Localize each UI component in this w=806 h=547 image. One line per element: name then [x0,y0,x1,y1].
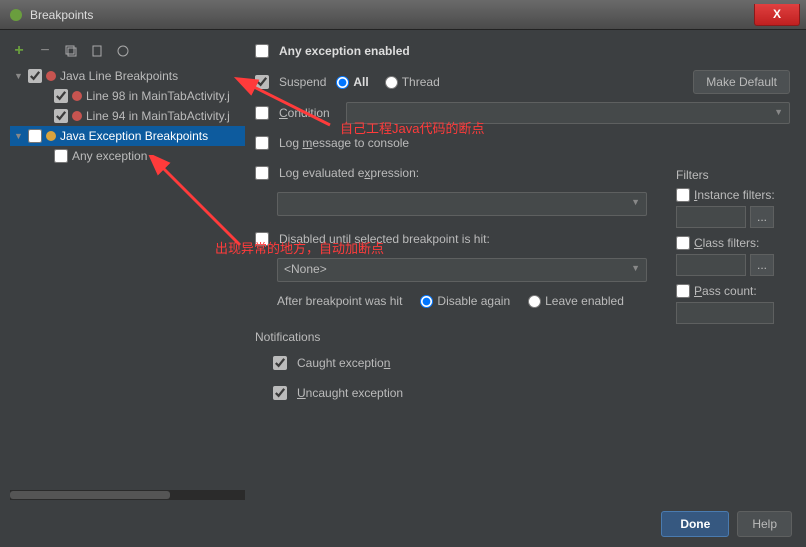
add-breakpoint-button[interactable]: + [10,42,28,60]
make-default-button[interactable]: Make Default [693,70,790,94]
caught-checkbox[interactable] [273,356,287,370]
tree-item-line98[interactable]: Line 98 in MainTabActivity.j [10,86,245,106]
copy-icon[interactable] [62,42,80,60]
remove-breakpoint-button[interactable]: − [36,42,54,60]
radio-all[interactable] [336,76,349,89]
log-expr-checkbox[interactable] [255,166,269,180]
instance-filters-browse-button[interactable]: ... [750,206,774,228]
tree-label: Java Line Breakpoints [60,69,178,83]
paste-icon[interactable] [88,42,106,60]
class-filters-input[interactable] [676,254,746,276]
log-expr-label: Log evaluated expression: [279,166,419,180]
condition-label: Condition [279,106,330,120]
suspend-radio-group: All Thread [336,71,439,93]
disabled-until-label: Disabled until selected breakpoint is hi… [279,232,490,246]
instance-filters-input[interactable] [676,206,746,228]
class-filters-checkbox[interactable] [676,236,690,250]
log-message-label: Log message to console [279,136,409,150]
any-exception-label: Any exception enabled [279,44,410,58]
filters-heading: Filters [676,168,788,182]
uncaught-label: Uncaught exception [297,386,403,400]
chevron-down-icon: ▼ [631,263,640,273]
chevron-down-icon[interactable]: ▼ [14,131,24,141]
radio-thread-label: Thread [402,75,440,89]
uncaught-checkbox[interactable] [273,386,287,400]
tree-group-java-exception[interactable]: ▼ Java Exception Breakpoints [10,126,245,146]
tree-label: Line 98 in MainTabActivity.j [86,89,230,103]
dialog-footer: Done Help [661,511,792,537]
close-button[interactable]: X [754,4,800,26]
done-button[interactable]: Done [661,511,729,537]
app-icon [8,7,24,23]
item-checkbox[interactable] [54,149,68,163]
item-checkbox[interactable] [54,89,68,103]
breakpoint-icon [46,71,56,81]
help-button[interactable]: Help [737,511,792,537]
radio-leave-enabled[interactable] [528,295,541,308]
pass-count-checkbox[interactable] [676,284,690,298]
instance-filters-label: Instance filters: [694,188,775,202]
suspend-label: Suspend [279,75,326,89]
disabled-until-combo[interactable]: <None> ▼ [277,258,647,282]
exception-icon [46,131,56,141]
chevron-down-icon[interactable]: ▼ [14,71,24,81]
tree-label: Java Exception Breakpoints [60,129,208,143]
group-checkbox[interactable] [28,69,42,83]
notifications-heading: Notifications [255,330,790,344]
tree-label: Any exception [72,149,147,163]
instance-filters-checkbox[interactable] [676,188,690,202]
breakpoint-tree[interactable]: ▼ Java Line Breakpoints Line 98 in MainT… [10,66,245,484]
item-checkbox[interactable] [54,109,68,123]
pass-count-label: Pass count: [694,284,757,298]
pass-count-input[interactable] [676,302,774,324]
chevron-down-icon: ▼ [631,197,640,207]
filters-panel: Filters Instance filters: ... Class filt… [676,168,788,328]
log-expr-combo[interactable]: ▼ [277,192,647,216]
tree-item-any-exception[interactable]: Any exception [10,146,245,166]
combo-value: <None> [284,262,327,276]
radio-disable-again-label: Disable again [437,294,510,308]
group-icon[interactable] [114,42,132,60]
any-exception-checkbox[interactable] [255,44,269,58]
tree-toolbar: + − [10,40,245,66]
suspend-checkbox[interactable] [255,75,269,89]
radio-leave-enabled-label: Leave enabled [545,294,624,308]
horizontal-scrollbar[interactable] [10,490,245,500]
breakpoint-icon [72,91,82,101]
breakpoint-icon [72,111,82,121]
log-message-checkbox[interactable] [255,136,269,150]
group-checkbox[interactable] [28,129,42,143]
disabled-until-checkbox[interactable] [255,232,269,246]
tree-group-java-line[interactable]: ▼ Java Line Breakpoints [10,66,245,86]
caught-label: Caught exception [297,356,390,370]
class-filters-browse-button[interactable]: ... [750,254,774,276]
condition-combo[interactable]: ▼ [346,102,790,124]
breakpoint-tree-panel: + − ▼ Java Line Breakpoints Line 98 in M… [10,40,245,500]
window-title: Breakpoints [30,8,754,22]
class-filters-label: Class filters: [694,236,759,250]
scrollbar-thumb[interactable] [10,491,170,499]
after-hit-label: After breakpoint was hit [277,294,402,308]
radio-all-label: All [353,75,368,89]
condition-checkbox[interactable] [255,106,269,120]
tree-label: Line 94 in MainTabActivity.j [86,109,230,123]
radio-disable-again[interactable] [420,295,433,308]
tree-item-line94[interactable]: Line 94 in MainTabActivity.j [10,106,245,126]
titlebar: Breakpoints X [0,0,806,30]
radio-thread[interactable] [385,76,398,89]
chevron-down-icon: ▼ [774,107,783,117]
